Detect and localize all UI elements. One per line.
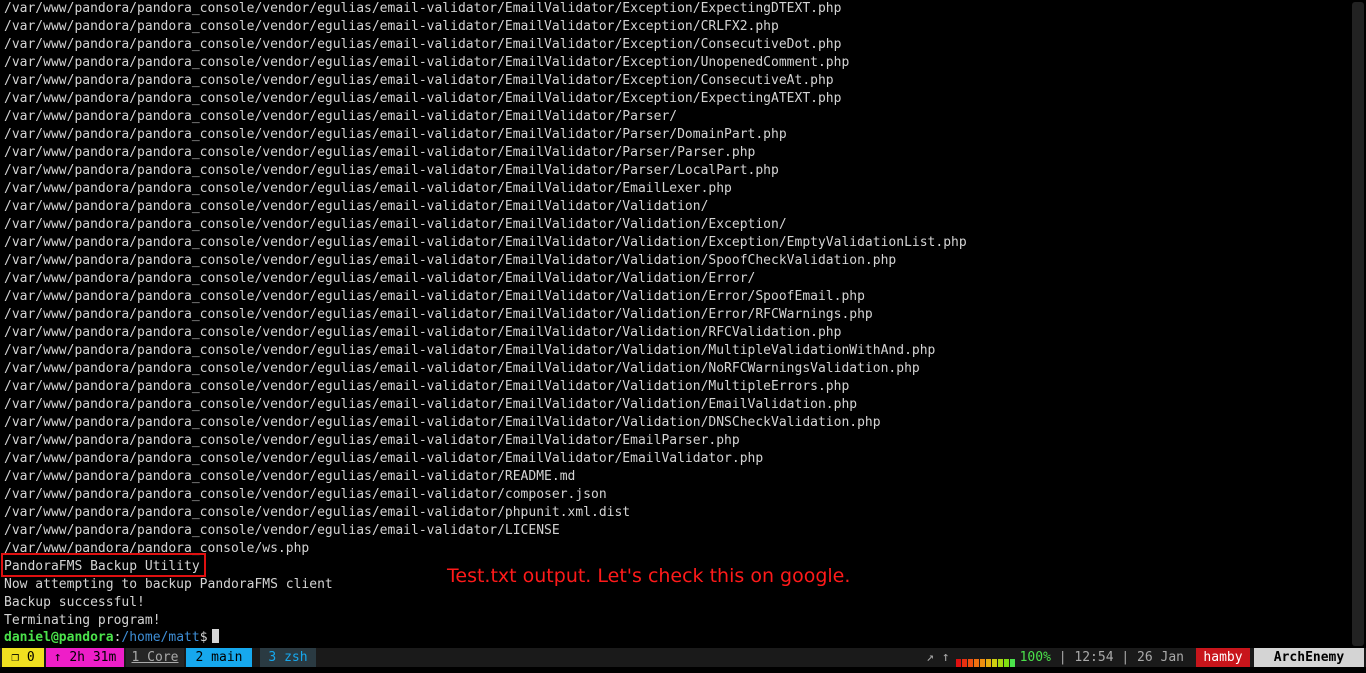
- output-line: Backup successful!: [4, 595, 145, 610]
- output-line: /var/www/pandora/pandora_console/vendor/…: [4, 307, 873, 322]
- battery-bar: [955, 654, 1016, 667]
- tmux-status-bar: ❐ 0 ↑ 2h 31m 1 Core 2 main 3 zsh ↗ ↑ 100%…: [0, 648, 1366, 667]
- battery-cell: [991, 658, 997, 667]
- output-line: /var/www/pandora/pandora_console/vendor/…: [4, 523, 560, 538]
- output-line: /var/www/pandora/pandora_console/vendor/…: [4, 451, 764, 466]
- output-line: /var/www/pandora/pandora_console/vendor/…: [4, 1, 842, 16]
- output-line: /var/www/pandora/pandora_console/vendor/…: [4, 415, 881, 430]
- battery-cell: [997, 658, 1003, 667]
- prompt-path: /home/matt: [121, 630, 200, 645]
- output-line: /var/www/pandora/pandora_console/vendor/…: [4, 397, 858, 412]
- text-cursor: [211, 629, 219, 643]
- clock-time: 12:54: [1074, 650, 1114, 665]
- window-tab-zsh[interactable]: 3 zsh: [260, 648, 316, 667]
- output-line: /var/www/pandora/pandora_console/vendor/…: [4, 163, 779, 178]
- status-right: ↗ ↑ 100% | 12:54 | 26 Jan: [926, 648, 1184, 667]
- output-line: /var/www/pandora/pandora_console/vendor/…: [4, 73, 834, 88]
- output-line: /var/www/pandora/pandora_console/vendor/…: [4, 91, 842, 106]
- annotation-text: Test.txt output. Let's check this on goo…: [447, 565, 851, 587]
- output-line: /var/www/pandora/pandora_console/vendor/…: [4, 289, 865, 304]
- uptime-indicator: ↑ 2h 31m: [46, 648, 124, 667]
- battery-cell: [973, 658, 979, 667]
- battery-cell: [979, 658, 985, 667]
- output-line: /var/www/pandora/pandora_console/vendor/…: [4, 217, 787, 232]
- scrollbar-thumb[interactable]: [1352, 2, 1364, 646]
- battery-percent: 100%: [1019, 650, 1051, 665]
- output-line: /var/www/pandora/pandora_console/vendor/…: [4, 487, 607, 502]
- scrollbar[interactable]: [1350, 0, 1366, 648]
- output-line: /var/www/pandora/pandora_console/vendor/…: [4, 19, 779, 34]
- session-indicator: ❐ 0: [2, 648, 44, 667]
- output-line: /var/www/pandora/pandora_console/vendor/…: [4, 325, 842, 340]
- battery-cell: [967, 658, 973, 667]
- output-line: /var/www/pandora/pandora_console/vendor/…: [4, 271, 756, 286]
- output-line: /var/www/pandora/pandora_console/vendor/…: [4, 199, 709, 214]
- window-tab-core[interactable]: 1 Core: [126, 648, 184, 667]
- battery-cell: [955, 658, 961, 667]
- output-line: /var/www/pandora/pandora_console/vendor/…: [4, 145, 756, 160]
- status-separator: |: [1058, 650, 1067, 665]
- window-tab-main[interactable]: 2 main: [186, 648, 252, 667]
- prompt-user-host: daniel@pandora: [4, 630, 114, 645]
- theme-badge: ArchEnemy: [1254, 648, 1364, 667]
- output-line: /var/www/pandora/pandora_console/vendor/…: [4, 181, 732, 196]
- hostname-badge: hamby: [1196, 648, 1250, 667]
- output-line: /var/www/pandora/pandora_console/vendor/…: [4, 505, 631, 520]
- output-line: /var/www/pandora/pandora_console/vendor/…: [4, 37, 842, 52]
- output-line: /var/www/pandora/pandora_console/vendor/…: [4, 109, 678, 124]
- upload-arrow-icon: ↗ ↑: [926, 650, 950, 665]
- terminal-output: /var/www/pandora/pandora_console/vendor/…: [4, 0, 967, 630]
- battery-cell: [1003, 658, 1009, 667]
- output-line: /var/www/pandora/pandora_console/vendor/…: [4, 469, 576, 484]
- clock-date: 26 Jan: [1137, 650, 1184, 665]
- output-line: /var/www/pandora/pandora_console/vendor/…: [4, 343, 936, 358]
- highlight-box: [1, 553, 206, 577]
- output-line: /var/www/pandora/pandora_console/vendor/…: [4, 379, 850, 394]
- terminal-window[interactable]: /var/www/pandora/pandora_console/vendor/…: [0, 0, 1350, 648]
- battery-cell: [1009, 658, 1015, 667]
- battery-cell: [985, 658, 991, 667]
- status-separator: |: [1121, 650, 1130, 665]
- prompt-line[interactable]: daniel@pandora:/home/matt$: [4, 629, 219, 647]
- battery-cell: [961, 658, 967, 667]
- prompt-symbol: $: [199, 630, 208, 645]
- output-line: /var/www/pandora/pandora_console/vendor/…: [4, 127, 787, 142]
- output-line: /var/www/pandora/pandora_console/vendor/…: [4, 361, 920, 376]
- output-line: /var/www/pandora/pandora_console/vendor/…: [4, 433, 740, 448]
- output-line: /var/www/pandora/pandora_console/vendor/…: [4, 55, 850, 70]
- output-line: /var/www/pandora/pandora_console/vendor/…: [4, 253, 897, 268]
- output-line: Terminating program!: [4, 613, 161, 628]
- output-line: /var/www/pandora/pandora_console/vendor/…: [4, 235, 967, 250]
